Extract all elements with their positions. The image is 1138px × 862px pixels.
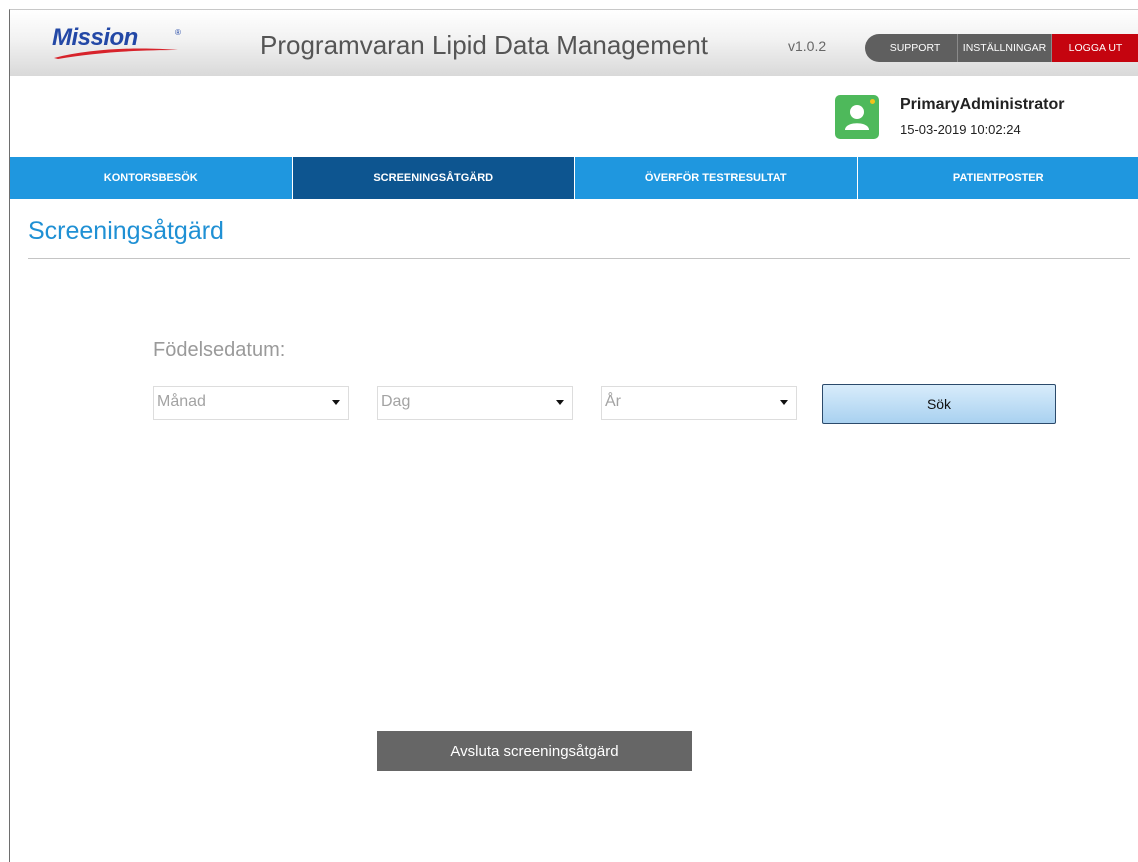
app-window: Mission ® Programvaran Lipid Data Manage… [9, 9, 1138, 862]
year-select[interactable]: År [601, 386, 797, 420]
tab-screeningsatgard[interactable]: SCREENINGSÅTGÄRD [293, 157, 576, 199]
chevron-down-icon [780, 400, 788, 405]
title-divider [28, 258, 1130, 259]
tab-patientposter[interactable]: PATIENTPOSTER [858, 157, 1138, 199]
app-version: v1.0.2 [788, 38, 826, 54]
birthdate-label: Födelsedatum: [153, 339, 285, 362]
header-buttons: SUPPORT INSTÄLLNINGAR LOGGA UT [865, 34, 1138, 62]
mission-logo: Mission ® [52, 24, 192, 68]
app-title: Programvaran Lipid Data Management [260, 30, 708, 61]
logo-swoosh-icon [52, 46, 180, 60]
user-avatar-icon [835, 95, 879, 139]
current-datetime: 15-03-2019 10:02:24 [900, 122, 1021, 137]
page-title: Screeningsåtgärd [28, 217, 224, 246]
username: PrimaryAdministrator [900, 96, 1065, 114]
day-select[interactable]: Dag [377, 386, 573, 420]
month-select[interactable]: Månad [153, 386, 349, 420]
logout-button[interactable]: LOGGA UT [1052, 34, 1138, 62]
month-select-value: Månad [157, 393, 206, 411]
chevron-down-icon [332, 400, 340, 405]
logo-registered-mark: ® [175, 28, 181, 37]
status-dot [870, 99, 875, 104]
search-button[interactable]: Sök [822, 384, 1056, 424]
tab-overfor-testresultat[interactable]: ÖVERFÖR TESTRESULTAT [575, 157, 858, 199]
day-select-value: Dag [381, 393, 410, 411]
year-select-value: År [605, 393, 621, 411]
chevron-down-icon [556, 400, 564, 405]
settings-button[interactable]: INSTÄLLNINGAR [958, 34, 1052, 62]
main-tabs: KONTORSBESÖK SCREENINGSÅTGÄRD ÖVERFÖR TE… [10, 157, 1138, 199]
exit-screening-button[interactable]: Avsluta screeningsåtgärd [377, 731, 692, 771]
top-bar: Mission ® Programvaran Lipid Data Manage… [10, 10, 1138, 76]
tab-kontorsbesok[interactable]: KONTORSBESÖK [10, 157, 293, 199]
support-button[interactable]: SUPPORT [865, 34, 958, 62]
